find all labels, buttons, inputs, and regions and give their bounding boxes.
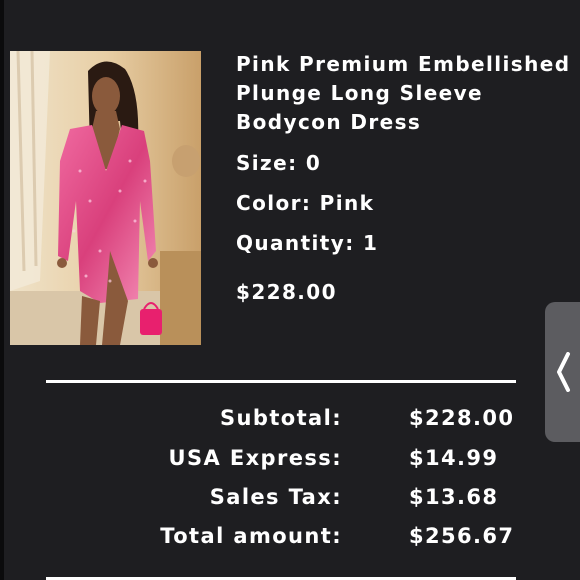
summary-label: Total amount: (160, 524, 342, 548)
chevron-left-icon (557, 352, 570, 392)
product-title-line: Plunge Long Sleeve (236, 81, 484, 105)
summary-label: Subtotal: (220, 406, 342, 430)
product-title[interactable]: Pink Premium Embellished Plunge Long Sle… (236, 50, 580, 137)
left-edge-bar (0, 0, 4, 580)
product-quantity: Quantity: 1 (236, 231, 379, 255)
product-image[interactable] (10, 51, 201, 345)
summary-row-shipping: USA Express: $14.99 (150, 446, 550, 476)
summary-row-subtotal: Subtotal: $228.00 (150, 406, 550, 436)
product-price: $228.00 (236, 280, 337, 304)
summary-value: $14.99 (409, 446, 499, 470)
product-title-line: Pink Premium Embellished (236, 52, 571, 76)
product-title-line: Bodycon Dress (236, 110, 422, 134)
summary-row-tax: Sales Tax: $13.68 (150, 485, 550, 515)
summary-value: $13.68 (409, 485, 499, 509)
product-size: Size: 0 (236, 151, 322, 175)
summary-value: $256.67 (409, 524, 515, 548)
summary-label: Sales Tax: (209, 485, 342, 509)
divider (46, 380, 516, 383)
summary-row-total: Total amount: $256.67 (150, 524, 550, 554)
side-panel-handle[interactable] (545, 302, 580, 442)
product-color: Color: Pink (236, 191, 375, 215)
summary-label: USA Express: (168, 446, 342, 470)
summary-value: $228.00 (409, 406, 515, 430)
